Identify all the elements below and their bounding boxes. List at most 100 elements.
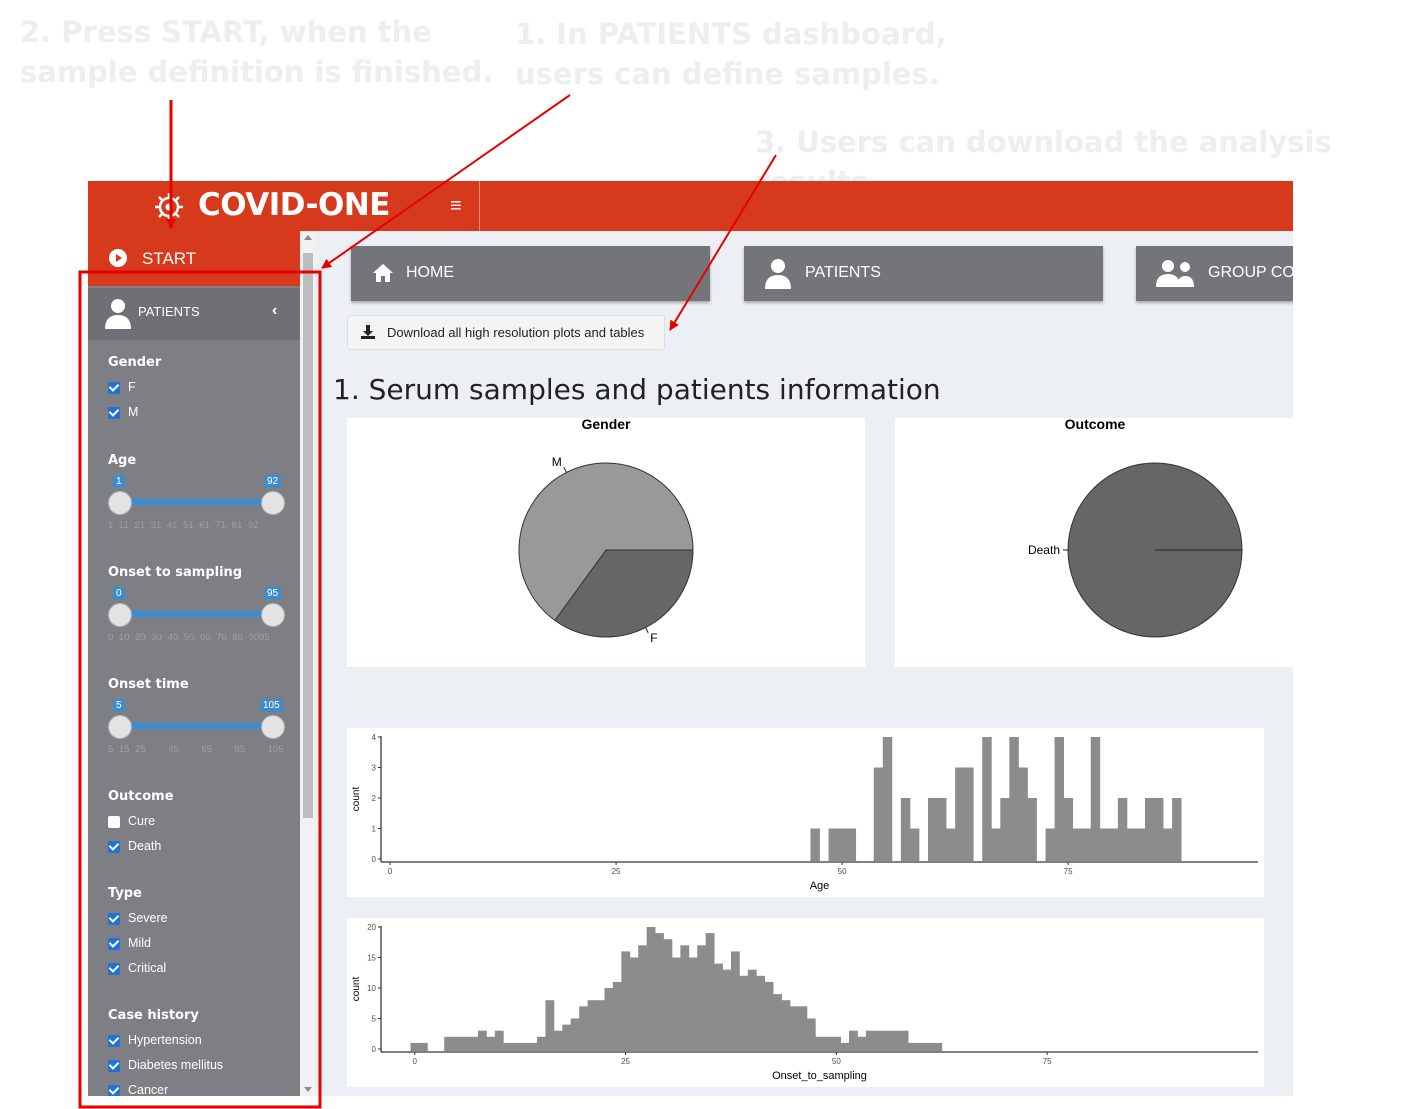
x-tick-label: 25 [612, 867, 621, 876]
histogram-bar [882, 737, 893, 861]
onset-sampling-track[interactable] [108, 611, 278, 617]
histogram-bar [629, 957, 639, 1051]
gender-pie-chart: Gender F M [518, 418, 694, 645]
play-circle-icon [109, 249, 127, 267]
histogram-bar [410, 1042, 420, 1051]
start-button[interactable]: START [88, 231, 300, 286]
case-hypertension-checkbox[interactable] [108, 1035, 120, 1047]
histogram-bar [837, 828, 848, 861]
histogram-bar [680, 945, 690, 1051]
histogram-bar [946, 828, 956, 861]
x-tick-label: 25 [621, 1057, 630, 1066]
case-cancer-checkbox[interactable] [108, 1085, 120, 1096]
histogram-bar [688, 957, 698, 1051]
histogram-bar [714, 963, 723, 1051]
histogram-bar [1081, 828, 1092, 861]
sidebar-item-patients[interactable]: PATIENTS ‹ [88, 288, 300, 340]
age-histogram: 0 1 2 3 4 0 25 50 75 Age count [351, 733, 1258, 892]
pie-label-tick [563, 466, 567, 473]
group-button[interactable]: GROUP CO [1136, 246, 1293, 301]
histogram-bar [1135, 828, 1146, 861]
x-axis-label: Age [810, 880, 830, 892]
onset-time-max-handle[interactable] [261, 715, 285, 739]
y-axis-label: count [351, 977, 362, 1002]
case-cancer-label: Cancer [128, 1083, 169, 1096]
scroll-up-icon[interactable] [304, 235, 312, 240]
pie-label: Death [1028, 543, 1060, 557]
sidebar-scrollbar[interactable] [300, 231, 316, 1096]
histogram-bar [697, 945, 707, 1051]
histogram-bar [789, 1006, 799, 1051]
y-tick-label: 20 [367, 923, 376, 932]
histogram-bar [486, 1036, 496, 1051]
home-button[interactable]: HOME [351, 246, 710, 301]
age-min-handle[interactable] [108, 491, 132, 515]
histogram-bar [545, 1000, 555, 1051]
hamburger-icon[interactable]: ≡ [450, 195, 462, 218]
histogram-bar [806, 1018, 816, 1051]
home-icon [373, 264, 393, 282]
section-title: 1. Serum samples and patients informatio… [333, 373, 941, 406]
histogram-bar [873, 767, 884, 861]
histogram-bar [494, 1030, 504, 1051]
onset-time-track[interactable] [108, 723, 278, 729]
histogram-bar [1117, 798, 1128, 861]
start-label: START [142, 249, 197, 268]
histogram-bar [828, 828, 838, 861]
scroll-down-icon[interactable] [304, 1087, 312, 1092]
onset-sampling-to-value: 95 [264, 587, 282, 600]
histogram-bar [756, 975, 766, 1051]
chevron-left-icon[interactable]: ‹ [272, 302, 277, 320]
brand[interactable]: COVID-ONE [88, 181, 480, 231]
histogram-bar [562, 1024, 572, 1051]
age-from-value: 1 [113, 475, 125, 488]
download-button[interactable]: Download all high resolution plots and t… [347, 315, 665, 350]
patients-button[interactable]: PATIENTS [744, 246, 1103, 301]
pie-label: F [650, 631, 657, 645]
scroll-thumb[interactable] [303, 253, 313, 818]
histogram-bar [663, 939, 673, 1051]
outcome-death-checkbox[interactable] [108, 841, 120, 853]
age-to-value: 92 [264, 475, 282, 488]
type-severe-checkbox[interactable] [108, 913, 120, 925]
type-critical-checkbox[interactable] [108, 963, 120, 975]
app-window: COVID-ONE ≡ START PATIENTS ‹ Gender F M … [88, 181, 1293, 1096]
histogram-bar [570, 1018, 580, 1051]
histogram-bar [882, 1030, 892, 1051]
histogram-bar [646, 927, 656, 1051]
home-label: HOME [406, 264, 454, 281]
x-tick-label: 0 [413, 1057, 418, 1066]
histogram-bar [857, 1036, 867, 1051]
top-bar: COVID-ONE ≡ [88, 181, 1293, 231]
gender-m-checkbox[interactable] [108, 407, 120, 419]
histogram-bar [722, 969, 732, 1051]
type-mild-checkbox[interactable] [108, 938, 120, 950]
histogram-bar [1126, 828, 1137, 861]
histogram-bar [511, 1042, 521, 1051]
onset-sampling-max-handle[interactable] [261, 603, 285, 627]
histogram-bar [916, 1042, 926, 1051]
type-severe-label: Severe [128, 911, 168, 925]
histogram-bar [1072, 828, 1083, 861]
type-title: Type [108, 886, 142, 901]
onset-time-min-handle[interactable] [108, 715, 132, 739]
outcome-cure-label: Cure [128, 814, 156, 828]
pie-title: Gender [581, 418, 631, 432]
user-icon [765, 259, 791, 289]
outcome-cure-checkbox[interactable] [108, 816, 120, 828]
histogram-bar [900, 798, 911, 861]
histogram-bar [747, 969, 757, 1051]
case-diabetes-checkbox[interactable] [108, 1060, 120, 1072]
y-tick-label: 15 [367, 954, 376, 963]
age-track[interactable] [108, 499, 278, 505]
y-tick-label: 2 [372, 794, 377, 803]
histogram-bar [1009, 737, 1019, 861]
histogram-bar [832, 1036, 841, 1051]
onset-sampling-min-handle[interactable] [108, 603, 132, 627]
patients-label: PATIENTS [805, 264, 881, 281]
age-max-handle[interactable] [261, 491, 285, 515]
onset-time-from-value: 5 [113, 699, 125, 712]
gender-f-checkbox[interactable] [108, 382, 120, 394]
histogram-bar [1090, 737, 1101, 861]
users-icon [1156, 260, 1194, 287]
